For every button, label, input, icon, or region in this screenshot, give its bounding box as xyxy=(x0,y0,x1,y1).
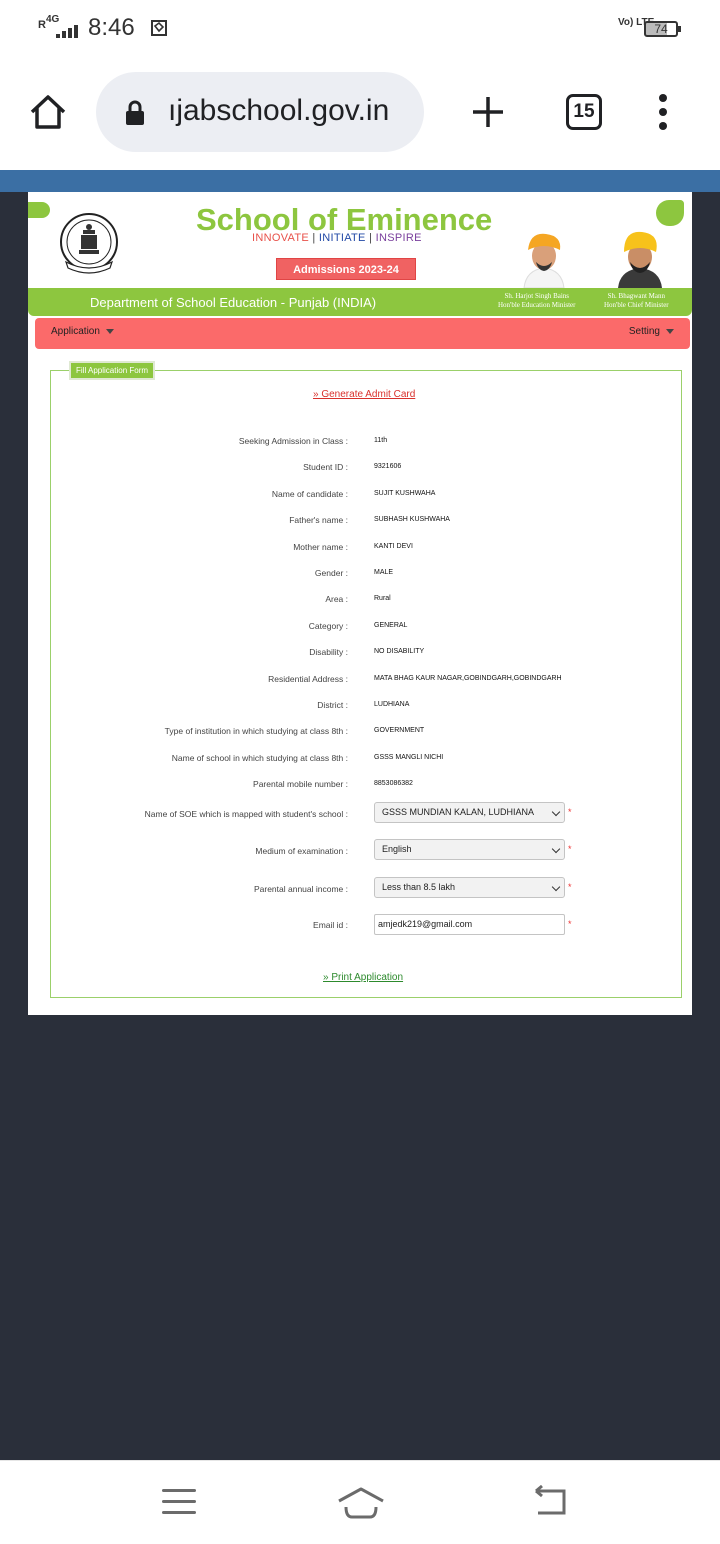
form-legend: Fill Application Form xyxy=(69,361,156,380)
content-card: School of Eminence INNOVATE | INITIATE |… xyxy=(28,192,692,1015)
minister-caption: Sh. Bhagwant Mann Hon'ble Chief Minister xyxy=(604,292,669,310)
minister-portrait xyxy=(618,231,662,288)
field-label: Mother name : xyxy=(293,542,348,552)
admissions-badge: Admissions 2023-24 xyxy=(276,258,416,280)
field-label: Name of candidate : xyxy=(271,489,348,499)
web-page: School of Eminence INNOVATE | INITIATE |… xyxy=(0,170,720,1460)
field-value: MALE xyxy=(374,569,394,576)
top-strip xyxy=(0,170,720,192)
field-label: Residential Address : xyxy=(268,674,348,684)
field-label: Father's name : xyxy=(289,515,348,525)
screenshot-icon xyxy=(151,20,167,36)
chevron-down-icon xyxy=(551,882,561,892)
field-value: 9321606 xyxy=(374,463,402,470)
field-value: KANTI DEVI xyxy=(374,543,413,550)
minister-name: Sh. Bhagwant Mann xyxy=(607,292,665,300)
field-value: NO DISABILITY xyxy=(374,648,425,655)
department-name: Department of School Education - Punjab … xyxy=(90,295,377,310)
tagline-innovate: INNOVATE xyxy=(252,232,309,244)
email-label: Email id : xyxy=(313,920,348,930)
field-label: Name of school in which studying at clas… xyxy=(171,753,348,763)
field-label: Student ID : xyxy=(303,462,348,472)
tagline-inspire: INSPIRE xyxy=(375,232,422,244)
leaf-decoration xyxy=(28,202,50,218)
department-band: Department of School Education - Punjab … xyxy=(28,288,692,316)
minister-portrait xyxy=(523,233,565,288)
chevron-down-icon xyxy=(551,807,561,817)
field-value: GSSS MANGLI NICHI xyxy=(374,754,444,761)
income-selected-value: Less than 8.5 lakh xyxy=(382,882,456,892)
home-icon[interactable] xyxy=(28,92,68,132)
field-label: Area : xyxy=(325,594,348,604)
chevron-down-icon xyxy=(551,844,561,854)
generate-admit-card-link[interactable]: » Generate Admit Card xyxy=(313,389,415,400)
battery-icon: 74 xyxy=(644,21,681,37)
medium-select[interactable]: English xyxy=(374,839,565,860)
minister-role: Hon'ble Chief Minister xyxy=(604,301,669,309)
required-marker: * xyxy=(568,919,572,929)
field-value: MATA BHAG KAUR NAGAR,GOBINDGARH,GOBINDGA… xyxy=(374,675,562,682)
medium-selected-value: English xyxy=(382,844,412,854)
medium-label: Medium of examination : xyxy=(255,846,348,856)
minister-role: Hon'ble Education Minister xyxy=(498,301,576,309)
tagline-separator: | xyxy=(369,232,373,244)
income-select[interactable]: Less than 8.5 lakh xyxy=(374,877,565,898)
field-value: SUBHASH KUSHWAHA xyxy=(374,516,450,523)
new-tab-icon[interactable] xyxy=(470,94,506,130)
soe-label: Name of SOE which is mapped with student… xyxy=(144,809,348,819)
main-nav: Application Setting xyxy=(35,318,690,349)
status-bar: R4G 8:46 Vo) LTE 74 xyxy=(0,0,720,58)
punjab-govt-emblem-icon xyxy=(60,213,118,274)
nav-application-label: Application xyxy=(51,326,100,337)
browser-toolbar: ıjabschool.gov.in 15 xyxy=(0,58,720,170)
signal-bars-icon xyxy=(56,24,82,38)
field-value: Rural xyxy=(374,595,391,602)
field-label: Seeking Admission in Class : xyxy=(238,436,348,446)
address-bar[interactable]: ıjabschool.gov.in xyxy=(96,72,424,152)
caret-down-icon xyxy=(666,328,674,334)
tagline-initiate: INITIATE xyxy=(318,232,366,244)
soe-selected-value: GSSS MUNDIAN KALAN, LUDHIANA xyxy=(382,807,535,817)
required-marker: * xyxy=(568,844,572,854)
tagline-separator: | xyxy=(312,232,316,244)
print-application-link[interactable]: » Print Application xyxy=(323,972,403,983)
income-label: Parental annual income : xyxy=(253,884,348,894)
field-label: Parental mobile number : xyxy=(253,779,348,789)
overflow-menu-icon[interactable] xyxy=(652,92,676,132)
tab-switcher-button[interactable]: 15 xyxy=(566,94,602,130)
field-label: Disability : xyxy=(309,647,348,657)
required-marker: * xyxy=(568,807,572,817)
nav-setting-label: Setting xyxy=(628,326,660,337)
application-form: Fill Application Form » Generate Admit C… xyxy=(50,361,682,998)
recent-apps-icon[interactable] xyxy=(162,1487,198,1517)
field-value: GENERAL xyxy=(374,622,408,629)
required-marker: * xyxy=(568,882,572,892)
caret-down-icon xyxy=(105,328,114,334)
minister-caption: Sh. Harjot Singh Bains Hon'ble Education… xyxy=(498,292,575,310)
site-header: School of Eminence INNOVATE | INITIATE |… xyxy=(28,192,692,316)
field-value: 11th xyxy=(374,437,388,444)
clock: 8:46 xyxy=(88,14,135,41)
field-label: Category : xyxy=(308,621,348,631)
back-nav-icon[interactable] xyxy=(530,1485,570,1519)
nav-application-menu[interactable]: Application xyxy=(51,326,114,337)
field-value: LUDHIANA xyxy=(374,701,410,708)
field-label: District : xyxy=(317,700,348,710)
url-text: ıjabschool.gov.in xyxy=(168,94,390,127)
nav-setting-menu[interactable]: Setting xyxy=(629,326,674,337)
field-value: SUJIT KUSHWAHA xyxy=(374,490,436,497)
minister-name: Sh. Harjot Singh Bains xyxy=(504,292,570,300)
home-nav-icon[interactable] xyxy=(336,1483,386,1523)
field-value: 8853086382 xyxy=(374,780,413,787)
soe-select[interactable]: GSSS MUNDIAN KALAN, LUDHIANA xyxy=(374,802,565,823)
field-label: Type of institution in which studying at… xyxy=(164,726,348,736)
field-label: Gender : xyxy=(314,568,348,578)
leaf-decoration xyxy=(656,200,684,226)
email-field[interactable]: amjedk219@gmail.com xyxy=(374,914,565,935)
tagline: INNOVATE | INITIATE | INSPIRE xyxy=(252,232,422,244)
field-value: GOVERNMENT xyxy=(374,727,425,734)
lock-icon xyxy=(126,100,144,125)
system-navigation-bar xyxy=(0,1460,720,1544)
